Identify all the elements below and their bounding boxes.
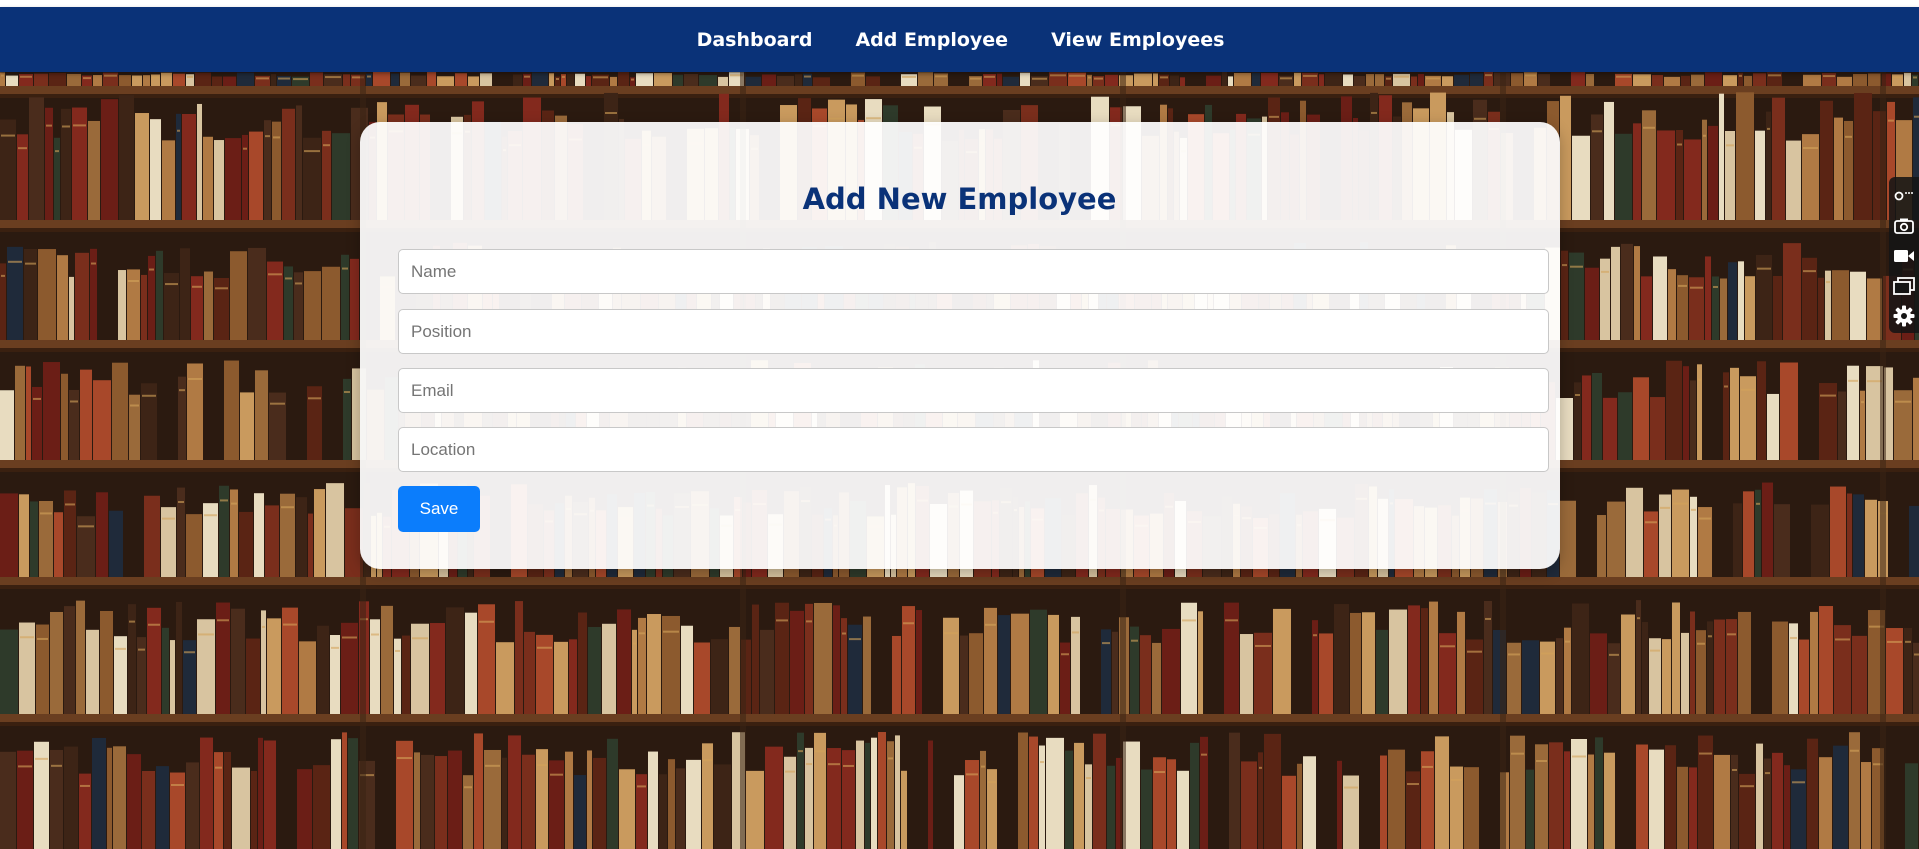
video-icon[interactable]	[1891, 241, 1917, 271]
name-input[interactable]	[398, 249, 1549, 294]
navbar: Dashboard Add Employee View Employees	[0, 7, 1919, 72]
form-title: Add New Employee	[802, 182, 1117, 216]
gear-icon[interactable]	[1891, 301, 1917, 331]
nav-links: Dashboard Add Employee View Employees	[697, 29, 1225, 51]
location-input[interactable]	[398, 427, 1549, 472]
nav-add-employee-link[interactable]: Add Employee	[855, 29, 1008, 51]
nav-dashboard-link[interactable]: Dashboard	[697, 29, 813, 51]
window-icon[interactable]	[1891, 271, 1917, 301]
position-input[interactable]	[398, 309, 1549, 354]
top-strip	[0, 0, 1919, 7]
side-toolbar	[1889, 177, 1919, 333]
camera-icon[interactable]	[1891, 211, 1917, 241]
email-input[interactable]	[398, 368, 1549, 413]
link-icon[interactable]	[1891, 181, 1917, 211]
nav-view-employees-link[interactable]: View Employees	[1051, 29, 1224, 51]
save-button[interactable]: Save	[398, 486, 480, 532]
